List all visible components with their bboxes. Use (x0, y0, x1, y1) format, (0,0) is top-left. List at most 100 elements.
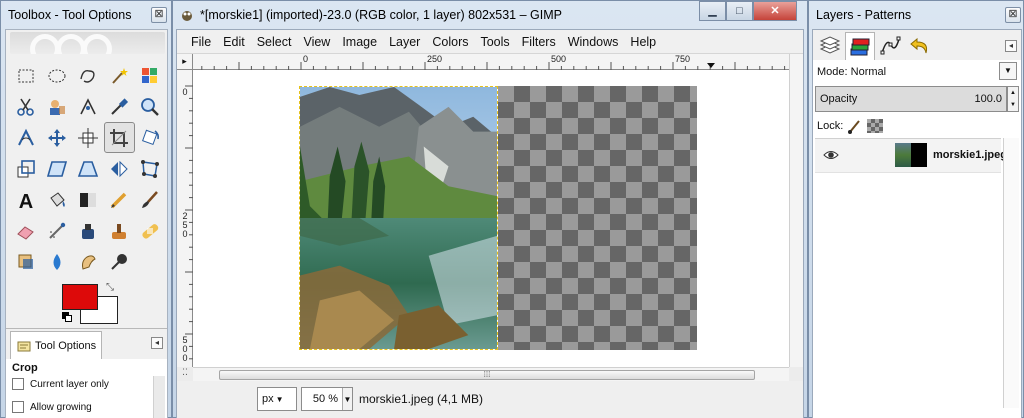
layer-boundary[interactable] (299, 86, 697, 350)
tool-eraser[interactable] (10, 215, 41, 246)
tool-blend[interactable] (72, 184, 103, 215)
tool-bucket-fill[interactable] (41, 184, 72, 215)
tab-menu-button[interactable]: ◂ (151, 337, 163, 349)
tool-select-by-color[interactable] (135, 60, 166, 91)
menu-image[interactable]: Image (336, 35, 383, 49)
paths-icon (880, 36, 901, 55)
opacity-value: 100.0 (974, 93, 1002, 105)
option-allow-growing[interactable]: Allow growing (12, 401, 92, 413)
image-horizontal-scrollbar[interactable]: ⁞⁞⁞ (193, 367, 789, 381)
tool-paintbrush[interactable] (135, 184, 166, 215)
layers-close-button[interactable]: ⊠ (1005, 7, 1021, 23)
menu-edit[interactable]: Edit (217, 35, 251, 49)
tool-foreground-select[interactable] (41, 91, 72, 122)
current-layer-only-checkbox[interactable] (12, 378, 24, 390)
tool-zoom[interactable] (135, 91, 166, 122)
horizontal-ruler[interactable]: 0 250 500 750 (177, 54, 789, 70)
tool-smudge[interactable] (72, 246, 103, 277)
unit-value: px (262, 393, 274, 405)
default-colors-icon[interactable] (62, 312, 72, 322)
tool-options-scrollbar[interactable] (153, 376, 165, 418)
free-select-icon (80, 69, 95, 83)
tool-free-select[interactable] (72, 60, 103, 91)
menu-colors[interactable]: Colors (426, 35, 474, 49)
close-button[interactable]: ✕ (753, 1, 797, 21)
tool-measure[interactable] (10, 122, 41, 153)
tab-layers[interactable] (815, 32, 845, 60)
eraser-icon (16, 225, 34, 240)
layer-list-scrollbar[interactable] (1003, 138, 1019, 408)
navigate-icon[interactable]: ⁚⁚ (177, 367, 193, 381)
menu-select[interactable]: Select (251, 35, 298, 49)
tool-crop[interactable] (103, 122, 135, 153)
vertical-ruler[interactable]: 0 250 500 (177, 70, 193, 367)
tool-pencil[interactable] (104, 184, 135, 215)
chevron-down-icon[interactable]: ▼ (342, 388, 352, 410)
tool-perspective[interactable] (72, 153, 103, 184)
ruler-label-750: 750 (675, 54, 691, 64)
menu-file[interactable]: File (185, 35, 217, 49)
tool-shear[interactable] (41, 153, 72, 184)
menu-view[interactable]: View (297, 35, 336, 49)
tool-align[interactable] (72, 122, 103, 153)
opacity-slider[interactable]: Opacity 100.0 (815, 86, 1007, 112)
tool-perspective-clone[interactable] (10, 246, 41, 277)
unit-select[interactable]: px ▼ (257, 387, 297, 411)
toolbox-panel: A ⤡ Tool Options ◂ Crop Current layer on… (5, 29, 168, 418)
image-window-title: *[morskie1] (imported)-23.0 (RGB color, … (200, 8, 562, 22)
tool-clone[interactable] (104, 215, 135, 246)
tool-dodge-burn[interactable] (104, 246, 135, 277)
layers-tab-menu-button[interactable]: ◂ (1005, 40, 1017, 52)
tool-fuzzy-select[interactable] (104, 60, 135, 91)
zoom-select[interactable]: 50 % ▼ (301, 387, 353, 411)
option-current-layer-only[interactable]: Current layer only (12, 378, 109, 390)
tool-ink[interactable] (72, 215, 103, 246)
layer-row[interactable]: morskie1.jpeg (815, 139, 1007, 173)
tab-tool-options[interactable]: Tool Options (10, 331, 102, 360)
tool-move[interactable] (41, 122, 72, 153)
mode-dropdown-button[interactable]: ▼ (999, 62, 1017, 80)
eye-icon[interactable] (823, 147, 839, 163)
lock-alpha-icon[interactable] (867, 119, 884, 133)
wilber-drop-area[interactable] (10, 32, 165, 54)
image-vertical-scrollbar[interactable] (789, 54, 803, 367)
tool-paths[interactable] (72, 91, 103, 122)
horizontal-scroll-thumb[interactable]: ⁞⁞⁞ (219, 370, 755, 380)
maximize-button[interactable]: □ (726, 1, 753, 21)
tool-blur-sharpen[interactable] (41, 246, 72, 277)
tool-scissors[interactable] (10, 91, 41, 122)
opacity-spinner[interactable]: ▲ ▼ (1007, 86, 1019, 112)
tool-rect-select[interactable] (10, 60, 41, 91)
toolbox-close-button[interactable]: ⊠ (151, 7, 167, 23)
mode-value[interactable]: Normal (851, 66, 886, 78)
tool-heal[interactable] (135, 215, 166, 246)
image-canvas[interactable] (193, 70, 789, 367)
menu-help[interactable]: Help (624, 35, 662, 49)
tab-channels[interactable] (845, 32, 875, 60)
tool-cage-transform[interactable] (135, 153, 166, 184)
ruler-v-label-500: 500 (182, 335, 188, 363)
minimize-button[interactable]: ▁ (699, 1, 726, 21)
color-area[interactable]: ⤡ (56, 282, 122, 328)
tool-ellipse-select[interactable] (41, 60, 72, 91)
menu-layer[interactable]: Layer (383, 35, 426, 49)
tool-text[interactable]: A (10, 184, 41, 215)
menu-windows[interactable]: Windows (562, 35, 625, 49)
menu-filters[interactable]: Filters (516, 35, 562, 49)
tool-scale[interactable] (10, 153, 41, 184)
tool-rotate[interactable] (135, 122, 166, 153)
mode-row: Mode: Normal (817, 66, 886, 78)
allow-growing-checkbox[interactable] (12, 401, 24, 413)
tool-airbrush[interactable] (41, 215, 72, 246)
lock-pixels-icon[interactable] (847, 118, 863, 134)
tool-flip[interactable] (104, 153, 135, 184)
toolbox-title: Toolbox - Tool Options (8, 8, 132, 22)
menu-tools[interactable]: Tools (474, 35, 515, 49)
tab-undo-history[interactable] (905, 32, 935, 60)
swap-colors-icon[interactable]: ⤡ (106, 282, 114, 293)
layer-name[interactable]: morskie1.jpeg (933, 149, 1007, 161)
quick-mask-corner-icon[interactable]: ▸ (177, 54, 193, 70)
foreground-color[interactable] (62, 284, 98, 310)
tool-color-picker[interactable] (104, 91, 135, 122)
tab-paths[interactable] (875, 32, 905, 60)
